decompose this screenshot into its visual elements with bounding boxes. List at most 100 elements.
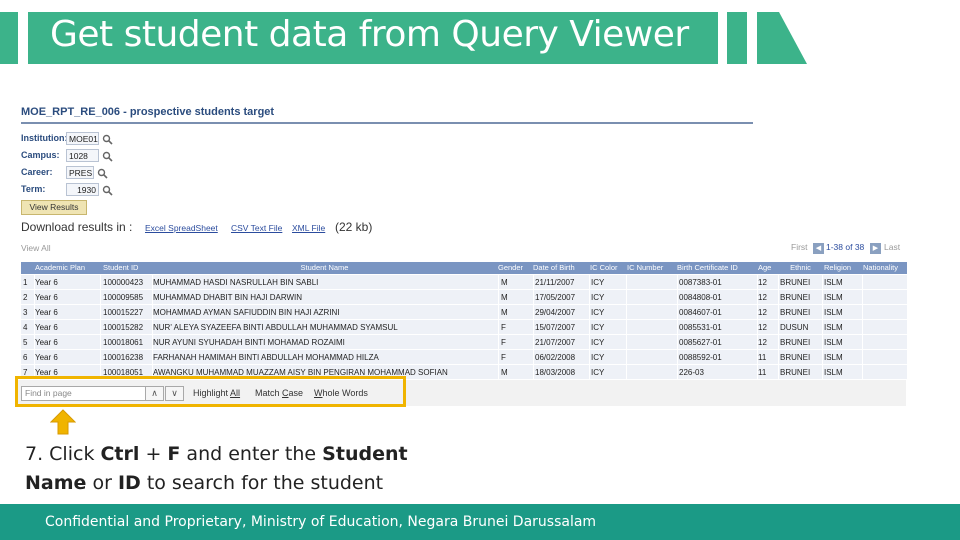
prev-page-icon[interactable]: ◀ bbox=[813, 243, 824, 254]
table-row[interactable]: 1 Year 6 100000423 MUHAMMAD HASDI NASRULLAH… bbox=[21, 275, 907, 290]
date-of-birth-cell: 06/02/2008 bbox=[535, 353, 576, 362]
gender-cell: M bbox=[501, 368, 508, 377]
birth-certificate-cell: 0088592-01 bbox=[679, 353, 722, 362]
ic-color-cell: ICY bbox=[591, 293, 605, 302]
col-age[interactable]: Age bbox=[758, 262, 778, 274]
student-id-cell: 100016238 bbox=[103, 353, 144, 362]
ic-number-cell bbox=[627, 275, 677, 290]
column-separator bbox=[533, 290, 534, 305]
col-nationality[interactable]: Nationality bbox=[863, 262, 907, 274]
row-number: 4 bbox=[23, 323, 28, 332]
report-title-rule bbox=[21, 122, 753, 124]
next-page-icon[interactable]: ▶ bbox=[870, 243, 881, 254]
col-date-of-birth[interactable]: Date of Birth bbox=[533, 262, 588, 274]
col-ic-number[interactable]: IC Number bbox=[627, 262, 677, 274]
col-gender[interactable]: Gender bbox=[498, 262, 532, 274]
column-separator bbox=[677, 305, 678, 320]
pager-count: 1-38 of 38 bbox=[826, 242, 865, 252]
column-separator bbox=[100, 290, 101, 305]
religion-cell: ISLM bbox=[824, 308, 843, 317]
instr-part: and enter the bbox=[180, 443, 323, 465]
student-name-cell: MOHAMMAD AYMAN SAFIUDDIN BIN HAJI AZRINI bbox=[153, 308, 340, 317]
ethnic-cell: BRUNEI bbox=[780, 368, 811, 377]
col-student-id[interactable]: Student ID bbox=[103, 262, 151, 274]
date-of-birth-cell: 29/04/2007 bbox=[535, 308, 576, 317]
instruction-text: 7. Click Ctrl + F and enter the Student N… bbox=[25, 440, 425, 498]
title-bar-right-accent-2 bbox=[757, 12, 779, 64]
column-separator bbox=[498, 275, 499, 290]
column-separator bbox=[589, 275, 590, 290]
view-all-link[interactable]: View All bbox=[21, 243, 51, 253]
nationality-cell bbox=[863, 320, 907, 335]
table-row[interactable]: 4 Year 6 100015282 NUR' ALEYA SYAZEEFA BINT… bbox=[21, 320, 907, 335]
ic-color-cell: ICY bbox=[591, 278, 605, 287]
param-label-campus: Campus: bbox=[21, 150, 60, 160]
ic-number-cell bbox=[627, 290, 677, 305]
birth-certificate-cell: 0085627-01 bbox=[679, 338, 722, 347]
instr-name: Name bbox=[25, 472, 87, 494]
pager-first[interactable]: First bbox=[791, 242, 808, 252]
col-ethnic[interactable]: Ethnic bbox=[779, 262, 822, 274]
view-results-button[interactable]: View Results bbox=[21, 200, 87, 215]
col-ic-color[interactable]: IC Color bbox=[590, 262, 625, 274]
institution-input[interactable]: MOE01 bbox=[66, 132, 99, 145]
search-icon[interactable] bbox=[102, 134, 113, 145]
career-input[interactable]: PRES bbox=[66, 166, 94, 179]
column-separator bbox=[822, 275, 823, 290]
campus-input[interactable]: 1028 bbox=[66, 149, 99, 162]
column-separator bbox=[498, 335, 499, 350]
row-number: 3 bbox=[23, 308, 28, 317]
search-icon[interactable] bbox=[97, 168, 108, 179]
ic-number-cell bbox=[627, 305, 677, 320]
ethnic-cell: BRUNEI bbox=[780, 338, 811, 347]
column-separator bbox=[778, 320, 779, 335]
up-arrow-icon bbox=[50, 409, 76, 435]
age-cell: 12 bbox=[758, 323, 767, 332]
term-input[interactable]: 1930 bbox=[66, 183, 99, 196]
title-bar-left-accent bbox=[0, 12, 18, 64]
gender-cell: M bbox=[501, 293, 508, 302]
search-icon[interactable] bbox=[102, 151, 113, 162]
student-name-cell: MUHAMMAD DHABIT BIN HAJI DARWIN bbox=[153, 293, 303, 302]
row-number: 1 bbox=[23, 278, 28, 287]
column-separator bbox=[778, 275, 779, 290]
col-religion[interactable]: Religion bbox=[824, 262, 862, 274]
gender-cell: F bbox=[501, 353, 506, 362]
student-id-cell: 100015282 bbox=[103, 323, 144, 332]
column-separator bbox=[100, 275, 101, 290]
column-separator bbox=[778, 350, 779, 365]
column-separator bbox=[677, 290, 678, 305]
nationality-cell bbox=[863, 305, 907, 320]
birth-certificate-cell: 0085531-01 bbox=[679, 323, 722, 332]
birth-certificate-cell: 0084607-01 bbox=[679, 308, 722, 317]
date-of-birth-cell: 18/03/2008 bbox=[535, 368, 576, 377]
col-academic-plan[interactable]: Academic Plan bbox=[35, 262, 99, 274]
student-name-cell: FARHANAH HAMIMAH BINTI ABDULLAH MOHAMMAD… bbox=[153, 353, 379, 362]
excel-download-link[interactable]: Excel SpreadSheet bbox=[145, 223, 218, 233]
student-name-cell: MUHAMMAD HASDI NASRULLAH BIN SABLI bbox=[153, 278, 319, 287]
title-bar-right-triangle bbox=[779, 12, 807, 64]
column-separator bbox=[677, 350, 678, 365]
row-number: 2 bbox=[23, 293, 28, 302]
xml-download-link[interactable]: XML File bbox=[292, 223, 325, 233]
column-separator bbox=[533, 305, 534, 320]
table-row[interactable]: 6 Year 6 100016238 FARHANAH HAMIMAH BINTI A… bbox=[21, 350, 907, 365]
ic-number-cell bbox=[627, 335, 677, 350]
age-cell: 12 bbox=[758, 308, 767, 317]
pager-last[interactable]: Last bbox=[884, 242, 900, 252]
table-row[interactable]: 3 Year 6 100015227 MOHAMMAD AYMAN SAFIUDDIN… bbox=[21, 305, 907, 320]
date-of-birth-cell: 21/11/2007 bbox=[535, 278, 575, 287]
table-row[interactable]: 2 Year 6 100009585 MUHAMMAD DHABIT BIN HAJI… bbox=[21, 290, 907, 305]
column-separator bbox=[677, 320, 678, 335]
search-icon[interactable] bbox=[102, 185, 113, 196]
col-student-name[interactable]: Student Name bbox=[153, 262, 496, 274]
title-bar-right-accent-1 bbox=[727, 12, 747, 64]
csv-download-link[interactable]: CSV Text File bbox=[231, 223, 282, 233]
age-cell: 12 bbox=[758, 338, 767, 347]
table-row[interactable]: 5 Year 6 100018061 NUR AYUNI SYUHADAH BINTI… bbox=[21, 335, 907, 350]
col-birth-certificate-id[interactable]: Birth Certificate ID bbox=[677, 262, 757, 274]
gender-cell: F bbox=[501, 338, 506, 347]
instr-student: Student bbox=[322, 443, 408, 465]
column-separator bbox=[589, 320, 590, 335]
column-separator bbox=[822, 335, 823, 350]
